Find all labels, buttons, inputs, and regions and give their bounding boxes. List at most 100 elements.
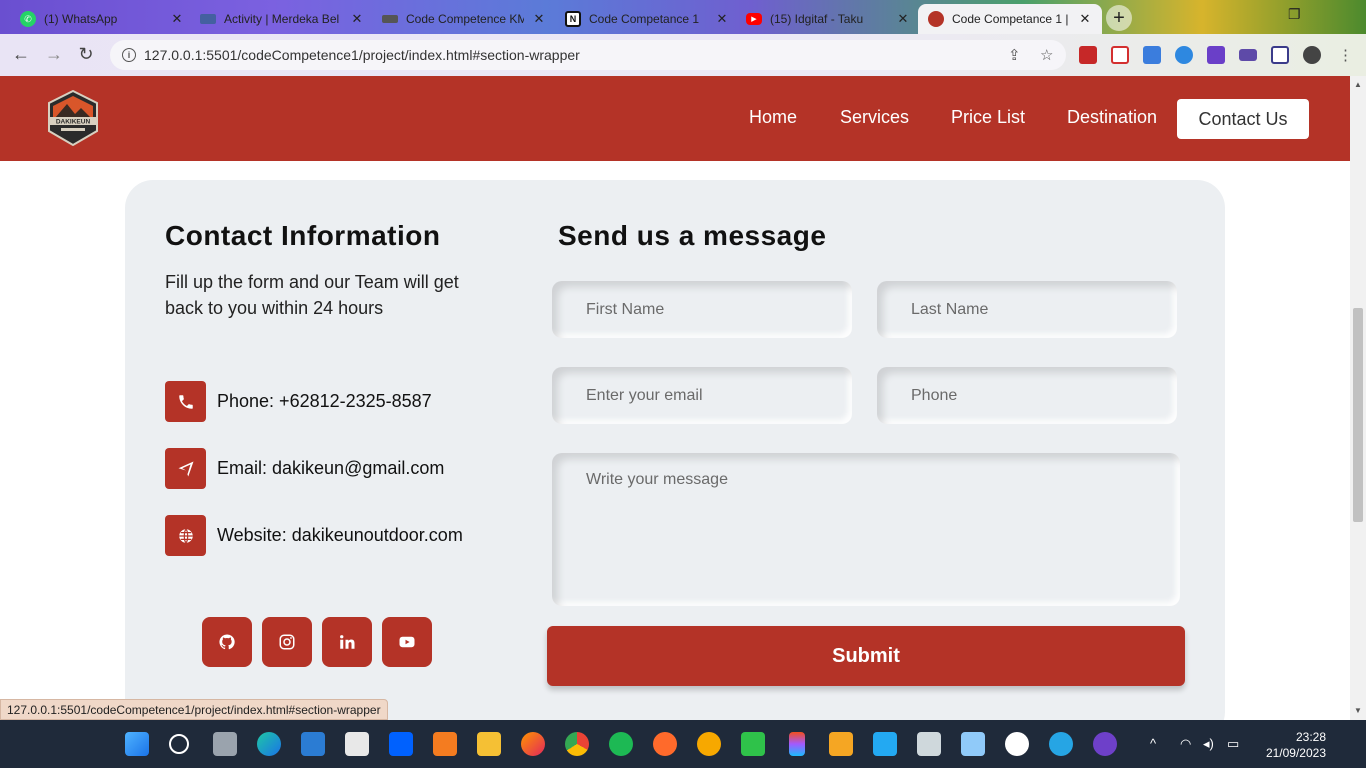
- contact-phone-text: Phone: +62812-2325-8587: [217, 391, 432, 411]
- task-view-icon[interactable]: [213, 732, 237, 756]
- submit-button[interactable]: Submit: [547, 626, 1185, 686]
- code-icon: [382, 15, 398, 23]
- whatsapp-icon: ✆: [20, 11, 36, 27]
- address-bar[interactable]: i 127.0.0.1:5501/codeCompetence1/project…: [110, 40, 1066, 70]
- vscode-icon[interactable]: [873, 732, 897, 756]
- last-name-field[interactable]: [877, 281, 1177, 338]
- spotify-icon[interactable]: [609, 732, 633, 756]
- media-list-icon[interactable]: [1239, 49, 1257, 61]
- mail-icon[interactable]: [301, 732, 325, 756]
- puzzle-icon[interactable]: [1207, 46, 1225, 64]
- figma-icon[interactable]: [789, 732, 805, 756]
- chrome-icon[interactable]: [565, 732, 589, 756]
- nav-contact-us-button[interactable]: Contact Us: [1177, 99, 1309, 139]
- scroll-down-icon[interactable]: ▼: [1354, 706, 1362, 715]
- brave-pen-icon[interactable]: [653, 732, 677, 756]
- tab-merdeka[interactable]: Activity | Merdeka Bel ✕: [190, 4, 374, 34]
- merdeka-icon: [200, 14, 216, 24]
- restore-window-icon[interactable]: ❐: [1288, 6, 1301, 23]
- extension-docs-icon[interactable]: [1143, 46, 1161, 64]
- github-desktop-icon[interactable]: [1093, 732, 1117, 756]
- back-icon[interactable]: ←: [10, 44, 32, 65]
- github-button[interactable]: [202, 617, 252, 667]
- globe-icon: [165, 515, 206, 556]
- paper-plane-icon: [165, 448, 206, 489]
- profile-avatar[interactable]: [1303, 46, 1321, 64]
- tray-chevron-icon[interactable]: ^: [1150, 736, 1156, 751]
- tab-code-competence-km[interactable]: Code Competence KM ✕: [372, 4, 556, 34]
- email-field[interactable]: [552, 367, 852, 424]
- taskbar-clock[interactable]: 23:28 21/09/2023: [1262, 729, 1326, 761]
- tab-active-site[interactable]: Code Competance 1 | ✕: [918, 4, 1102, 34]
- battery-icon[interactable]: ▭: [1227, 736, 1239, 752]
- tab-youtube[interactable]: ▶ (15) Idgitaf - Taku ✕: [736, 4, 920, 34]
- tab-notion[interactable]: N Code Competance 1 ✕: [555, 4, 739, 34]
- send-message-title: Send us a message: [558, 220, 827, 251]
- reload-icon[interactable]: ↻: [75, 44, 97, 65]
- contact-info-title: Contact Information: [165, 220, 441, 251]
- contact-email-text: Email: dakikeun@gmail.com: [217, 458, 445, 478]
- scrollbar-thumb[interactable]: [1353, 308, 1363, 522]
- file-explorer-icon[interactable]: [477, 732, 501, 756]
- nav-price-list[interactable]: Price List: [951, 107, 1025, 128]
- linkedin-button[interactable]: [322, 617, 372, 667]
- cube-icon[interactable]: [961, 732, 985, 756]
- forward-icon[interactable]: →: [43, 44, 65, 65]
- wifi-icon[interactable]: ◠: [1180, 736, 1191, 752]
- site-icon: [928, 11, 944, 27]
- amazon-icon[interactable]: [345, 732, 369, 756]
- dakikeun-logo[interactable]: DAKIKEUN: [47, 90, 99, 146]
- phone-field[interactable]: [877, 367, 1177, 424]
- message-field[interactable]: [552, 453, 1180, 606]
- extension-pen-icon[interactable]: [1175, 46, 1193, 64]
- sheets-icon[interactable]: [741, 732, 765, 756]
- svg-text:DAKIKEUN: DAKIKEUN: [56, 119, 91, 126]
- mongodb-icon[interactable]: [1005, 732, 1029, 756]
- clock-date: 21/09/2023: [1265, 746, 1326, 760]
- volume-icon[interactable]: ◂): [1203, 736, 1214, 752]
- start-windows-icon[interactable]: [125, 732, 149, 756]
- youtube-button[interactable]: [382, 617, 432, 667]
- postman-icon[interactable]: [697, 732, 721, 756]
- instagram-icon: [279, 634, 295, 650]
- xampp-icon[interactable]: [433, 732, 457, 756]
- extension-shield-icon[interactable]: [1079, 46, 1097, 64]
- star-icon[interactable]: ☆: [1040, 46, 1053, 64]
- close-icon[interactable]: ✕: [896, 11, 910, 27]
- edge-icon[interactable]: [257, 732, 281, 756]
- page-scrollbar[interactable]: ▲ ▼: [1350, 76, 1366, 720]
- first-name-field[interactable]: [552, 281, 852, 338]
- search-icon[interactable]: [169, 734, 189, 754]
- extension-pocket-icon[interactable]: [1111, 46, 1129, 64]
- address-url: 127.0.0.1:5501/codeCompetence1/project/i…: [144, 47, 580, 63]
- status-bar-url: 127.0.0.1:5501/codeCompetence1/project/i…: [0, 699, 388, 720]
- firefox-icon[interactable]: [521, 732, 545, 756]
- info-icon[interactable]: i: [122, 48, 136, 62]
- instagram-button[interactable]: [262, 617, 312, 667]
- elephant-icon[interactable]: [1049, 732, 1073, 756]
- contact-website-text: Website: dakikeunoutdoor.com: [217, 525, 463, 545]
- close-icon[interactable]: ✕: [715, 11, 729, 27]
- close-icon[interactable]: ✕: [1078, 11, 1092, 27]
- dropbox-icon[interactable]: [389, 732, 413, 756]
- close-icon[interactable]: ✕: [350, 11, 364, 27]
- taskbar: [0, 720, 1366, 768]
- linkedin-icon: [340, 635, 355, 649]
- nav-home[interactable]: Home: [749, 107, 797, 128]
- tab-whatsapp[interactable]: ✆ (1) WhatsApp ✕: [10, 4, 194, 34]
- sidebar-icon[interactable]: [1271, 46, 1289, 64]
- scroll-up-icon[interactable]: ▲: [1354, 80, 1362, 89]
- share-icon[interactable]: ⇪: [1008, 46, 1021, 64]
- close-icon[interactable]: ✕: [532, 11, 546, 27]
- virtualbox-icon[interactable]: [917, 732, 941, 756]
- nav-services[interactable]: Services: [840, 107, 909, 128]
- nav-destination[interactable]: Destination: [1067, 107, 1157, 128]
- menu-dots-icon[interactable]: ⋮: [1338, 46, 1353, 64]
- notion-icon: N: [565, 11, 581, 27]
- new-tab-button[interactable]: +: [1106, 5, 1132, 31]
- clock-time: 23:28: [1295, 730, 1326, 744]
- close-icon[interactable]: ✕: [170, 11, 184, 27]
- app-icon[interactable]: [829, 732, 853, 756]
- youtube-icon: ▶: [746, 13, 762, 25]
- youtube-icon: [399, 636, 415, 648]
